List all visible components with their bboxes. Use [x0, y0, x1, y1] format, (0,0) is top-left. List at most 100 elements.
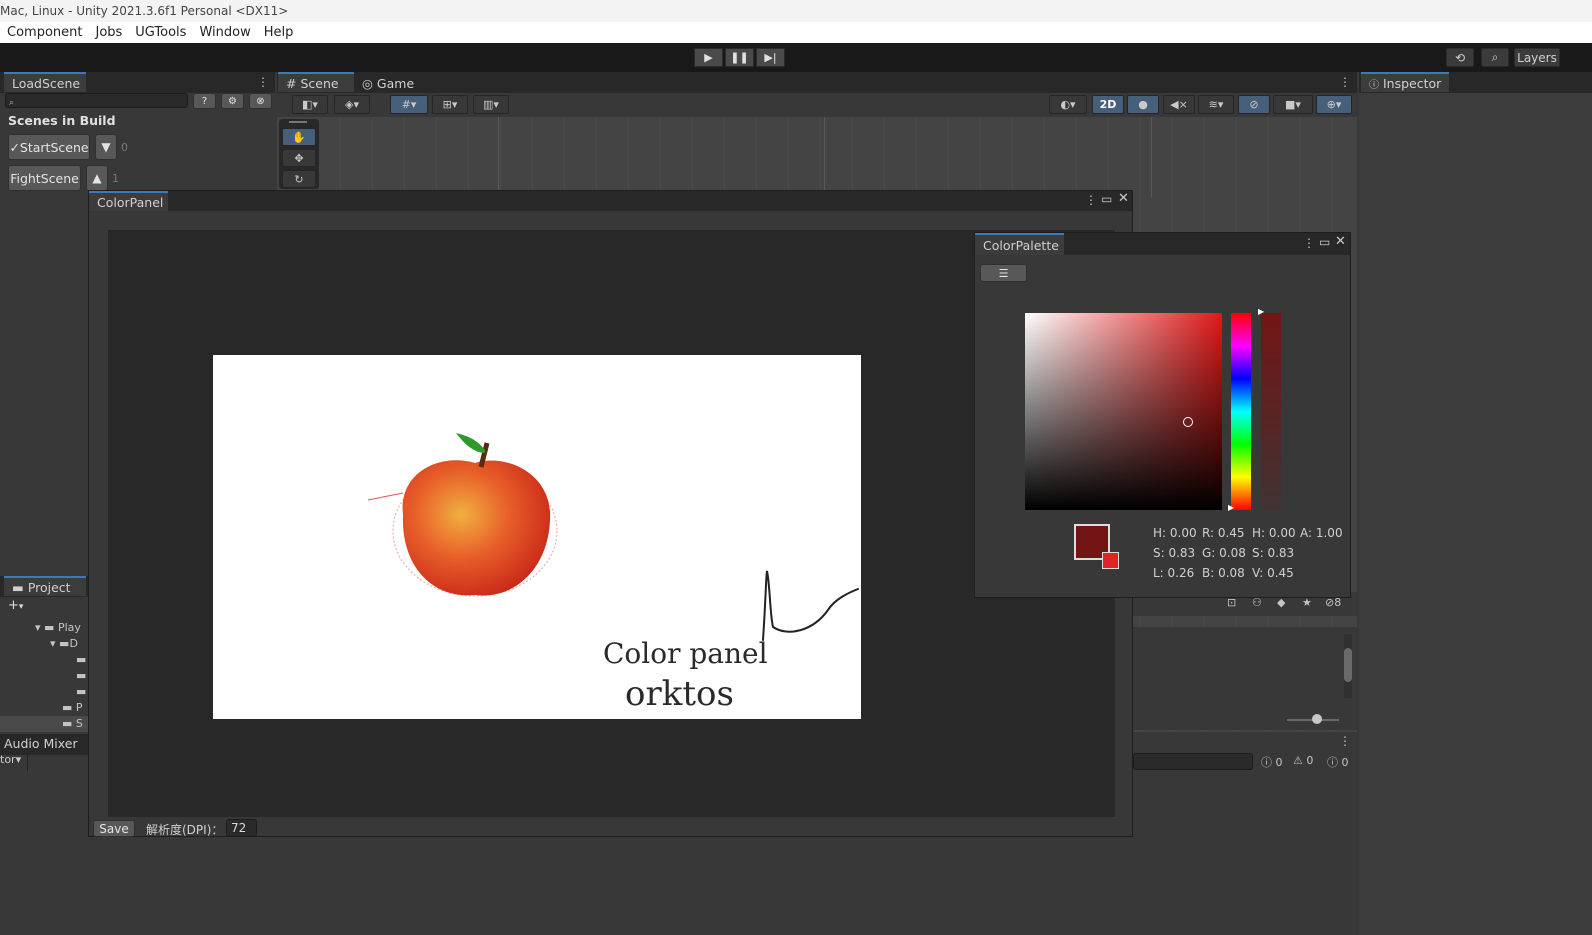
- menu-item-ugtools[interactable]: UGTools: [128, 25, 192, 40]
- list-icon: ☰: [998, 266, 1009, 280]
- drawing-canvas[interactable]: Color panel orktos: [213, 355, 861, 719]
- project-panel: ▬ Project +▾ ▾ ▬ Play ▾ ▬D ▬ ▬ ▬ ▬ P ▬ S: [0, 576, 90, 734]
- scene-button-startscene[interactable]: ✓StartScene: [8, 134, 90, 160]
- kebab-menu-icon[interactable]: ⋮: [257, 75, 269, 89]
- zoom-slider-handle[interactable]: [1312, 714, 1322, 724]
- color-panel-titlebar[interactable]: [89, 191, 1132, 211]
- grid-snap-toggle[interactable]: #▾: [390, 95, 428, 114]
- 2d-toggle[interactable]: 2D: [1092, 95, 1124, 114]
- hidden-eye-icon: ⊘: [1249, 98, 1259, 111]
- folder-icon[interactable]: ▬: [76, 685, 86, 698]
- tree-item-s[interactable]: ▬ S: [0, 716, 90, 732]
- history-button[interactable]: ⟲: [1446, 48, 1474, 67]
- tab-game[interactable]: ◎ Game: [354, 72, 424, 92]
- scrollbar-thumb[interactable]: [1344, 648, 1352, 682]
- hue-slider[interactable]: [1231, 313, 1251, 510]
- tab-loadscene[interactable]: LoadScene: [4, 72, 86, 92]
- move-arrows-icon: ✥: [294, 151, 304, 165]
- history-icon: ⟲: [1454, 50, 1466, 65]
- console-search-input[interactable]: [1133, 753, 1253, 770]
- orientation-dropdown[interactable]: ◐▾: [1049, 95, 1087, 114]
- settings-button[interactable]: ⚙: [221, 93, 244, 109]
- search-button[interactable]: ⌕: [1481, 48, 1509, 67]
- menu-item-component[interactable]: Component: [0, 25, 88, 40]
- create-dropdown[interactable]: +▾: [8, 598, 23, 613]
- menu-item-help[interactable]: Help: [257, 25, 300, 40]
- previous-color-swatch[interactable]: [1102, 552, 1119, 569]
- alpha-marker-icon[interactable]: ▶: [1258, 307, 1264, 316]
- warning-toggle[interactable]: ⚠ 0: [1293, 754, 1313, 767]
- close-icon[interactable]: ✕: [1335, 234, 1346, 249]
- close-icon[interactable]: ✕: [1118, 191, 1129, 206]
- play-icon: ▶: [704, 51, 713, 64]
- hsl-values: H: 0.00 S: 0.83 L: 0.26: [1153, 526, 1197, 580]
- maximize-icon[interactable]: ▭: [1319, 235, 1330, 249]
- alpha-slider[interactable]: [1261, 313, 1281, 510]
- step-button[interactable]: ▶|: [756, 48, 785, 67]
- increment-snap[interactable]: ▥▾: [473, 95, 509, 114]
- pause-button[interactable]: ❚❚: [725, 48, 754, 67]
- menu-item-window[interactable]: Window: [192, 25, 256, 40]
- move-up-button[interactable]: ▲: [86, 165, 108, 191]
- draw-mode-dropdown[interactable]: ◧▾: [292, 95, 328, 114]
- color-palette-window: ColorPalette ⋮ ▭ ✕ ☰ ▶ ▶ H: 0.00 S: 0.83…: [974, 232, 1351, 598]
- menu-item-jobs[interactable]: Jobs: [88, 25, 128, 40]
- help-button[interactable]: ?: [193, 93, 216, 109]
- chevron-down-icon: ▾: [50, 637, 56, 650]
- visibility-toggle[interactable]: ⊘: [1238, 95, 1270, 114]
- menu-bar: Component Jobs UGTools Window Help: [0, 22, 1592, 43]
- grid-snap-icon: #▾: [401, 98, 417, 111]
- tab-project[interactable]: ▬ Project: [4, 576, 86, 596]
- mixer-dropdown[interactable]: tor▾: [0, 753, 28, 771]
- folder-icon: ▬: [62, 717, 73, 730]
- tab-audio-mixer[interactable]: Audio Mixer: [4, 736, 78, 751]
- kebab-menu-icon[interactable]: ⋮: [1303, 236, 1315, 250]
- tab-scene[interactable]: # Scene: [278, 72, 354, 92]
- tab-color-palette[interactable]: ColorPalette: [975, 233, 1064, 255]
- hand-tool-button[interactable]: ✋: [282, 128, 316, 146]
- scrollbar[interactable]: [1344, 634, 1352, 698]
- lighting-toggle[interactable]: ●: [1127, 95, 1159, 114]
- folder-icon[interactable]: ▬: [76, 653, 86, 666]
- scene-index: 0: [121, 141, 128, 154]
- clear-button[interactable]: ⊗: [249, 93, 272, 109]
- grid-hash-icon: #: [286, 75, 297, 91]
- hue-marker-icon[interactable]: ▶: [1228, 503, 1234, 512]
- move-down-button[interactable]: ▼: [95, 134, 117, 160]
- kebab-menu-icon[interactable]: ⋮: [1339, 734, 1351, 748]
- folder-icon[interactable]: ▬: [76, 669, 86, 682]
- move-tool-button[interactable]: ✥: [282, 149, 316, 167]
- kebab-menu-icon[interactable]: ⋮: [1339, 75, 1351, 89]
- save-button[interactable]: Save: [93, 820, 135, 837]
- snap-settings[interactable]: ⊞▾: [432, 95, 468, 114]
- saturation-value-picker[interactable]: [1025, 313, 1222, 510]
- tree-item-p[interactable]: ▬ P: [62, 701, 83, 714]
- play-button[interactable]: ▶: [694, 48, 723, 67]
- drag-handle-icon[interactable]: [289, 121, 307, 123]
- scene-button-fightscene[interactable]: FightScene: [8, 165, 81, 191]
- effects-dropdown[interactable]: ≋▾: [1198, 95, 1234, 114]
- kebab-menu-icon[interactable]: ⋮: [1085, 193, 1097, 207]
- audio-toggle[interactable]: ◀×: [1163, 95, 1195, 114]
- dpi-input[interactable]: 72: [226, 819, 257, 837]
- camera-dropdown[interactable]: ■▾: [1273, 95, 1313, 114]
- tree-item-d[interactable]: ▾ ▬D: [50, 637, 78, 650]
- console-log-area: [1133, 772, 1357, 935]
- palette-mode-button[interactable]: ☰: [980, 264, 1027, 282]
- rotate-tool-button[interactable]: ↻: [282, 170, 316, 188]
- layers-dropdown[interactable]: Layers: [1514, 48, 1560, 67]
- step-icon: ▶|: [764, 51, 777, 64]
- tab-inspector[interactable]: ⓘ Inspector: [1361, 72, 1449, 92]
- tree-item-play[interactable]: ▾ ▬ Play: [35, 621, 81, 634]
- info-toggle[interactable]: ⓘ 0: [1261, 754, 1283, 770]
- close-circle-icon: ⊗: [256, 95, 265, 107]
- canvas-text-line1: Color panel: [603, 637, 768, 670]
- shading-dropdown[interactable]: ◈▾: [334, 95, 370, 114]
- picker-cursor[interactable]: [1183, 417, 1193, 427]
- maximize-icon[interactable]: ▭: [1101, 192, 1112, 206]
- error-toggle[interactable]: ⓘ 0: [1327, 754, 1349, 770]
- gizmos-dropdown[interactable]: ⊕▾: [1316, 95, 1352, 114]
- triangle-down-icon: ▼: [101, 140, 111, 154]
- search-input[interactable]: ⌕: [5, 93, 188, 108]
- tab-color-panel[interactable]: ColorPanel: [89, 191, 168, 211]
